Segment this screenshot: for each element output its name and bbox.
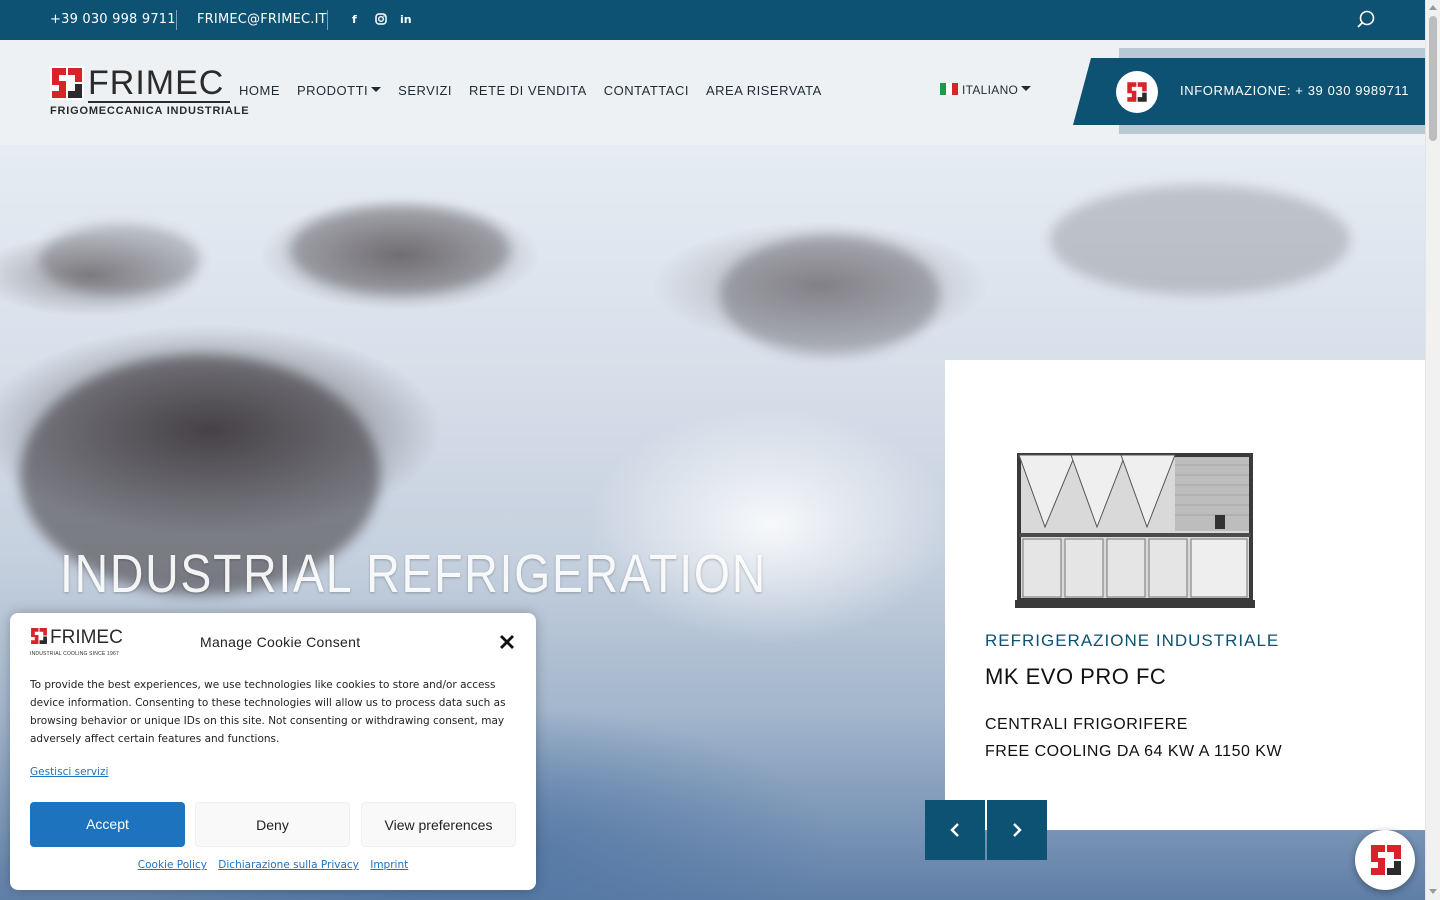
imprint-link[interactable]: Imprint <box>370 859 408 871</box>
logo-brand: FRIMEC <box>88 64 225 102</box>
deny-button[interactable]: Deny <box>195 802 350 847</box>
close-icon[interactable] <box>498 633 516 651</box>
frimec-mark-icon <box>1127 82 1147 102</box>
main-nav: HOME PRODOTTI SERVIZI RETE DI VENDITA CO… <box>239 83 822 98</box>
email-link[interactable]: FRIMEC@FRIMEC.IT <box>197 12 327 27</box>
cookie-logo-tagline: INDUSTRIAL COOLING SINCE 1967 <box>30 651 119 657</box>
italy-flag-icon <box>940 83 958 95</box>
manage-services-link[interactable]: Gestisci servizi <box>30 766 108 778</box>
hero-rock-shadow <box>720 235 940 355</box>
instagram-icon[interactable] <box>375 13 387 28</box>
slider-prev-button[interactable] <box>925 800 985 860</box>
chevron-left-icon <box>950 823 959 837</box>
hero-title: INDUSTRIAL REFRIGERATION <box>60 544 767 604</box>
frimec-logo-mark <box>50 66 84 100</box>
info-phone-text: INFORMAZIONE: + 39 030 9989711 <box>1180 83 1410 98</box>
cookie-logo: FRIMEC INDUSTRIAL COOLING SINCE 1967 <box>30 627 132 659</box>
facebook-icon[interactable]: f <box>352 13 357 26</box>
divider <box>176 10 177 30</box>
main-header: FRIMEC FRIGOMECCANICA INDUSTRIALE HOME P… <box>0 40 1425 145</box>
frimec-mark-icon <box>1371 845 1401 875</box>
language-label: ITALIANO <box>962 83 1019 97</box>
view-preferences-button[interactable]: View preferences <box>361 802 516 847</box>
cookie-links: Cookie Policy Dichiarazione sulla Privac… <box>10 859 536 871</box>
chevron-right-icon <box>1013 823 1022 837</box>
scrollbar-thumb[interactable] <box>1429 16 1437 141</box>
hero-rock-shadow <box>1050 185 1350 295</box>
frimec-logo[interactable]: FRIMEC FRIGOMECCANICA INDUSTRIALE <box>50 64 249 120</box>
product-category: REFRIGERAZIONE INDUSTRIALE <box>985 631 1280 650</box>
hero-rock-shadow <box>290 205 510 295</box>
accept-button[interactable]: Accept <box>30 802 185 847</box>
search-icon[interactable] <box>1356 10 1376 30</box>
privacy-statement-link[interactable]: Dichiarazione sulla Privacy <box>218 859 359 871</box>
logo-tagline: FRIGOMECCANICA INDUSTRIALE <box>50 105 250 117</box>
slider-next-button[interactable] <box>987 800 1047 860</box>
cookie-policy-link[interactable]: Cookie Policy <box>138 859 207 871</box>
product-name[interactable]: MK EVO PRO FC <box>985 664 1166 690</box>
floating-logo-button[interactable] <box>1355 830 1415 890</box>
product-description-line1: CENTRALI FRIGORIFERE <box>985 716 1188 733</box>
nav-home[interactable]: HOME <box>239 83 280 98</box>
cookie-message: To provide the best experiences, we use … <box>30 679 506 745</box>
language-selector[interactable]: ITALIANO <box>940 83 1032 97</box>
page-scrollbar[interactable] <box>1425 0 1440 900</box>
chevron-down-icon <box>371 87 382 92</box>
nav-servizi[interactable]: SERVIZI <box>398 83 452 98</box>
chevron-down-icon <box>1021 86 1032 91</box>
linkedin-icon[interactable]: in <box>400 13 412 26</box>
nav-area-riservata[interactable]: AREA RISERVATA <box>706 83 822 98</box>
scroll-up-icon[interactable] <box>1429 5 1437 10</box>
nav-prodotti-label: PRODOTTI <box>297 83 369 98</box>
cookie-consent-dialog: FRIMEC INDUSTRIAL COOLING SINCE 1967 Man… <box>10 613 536 890</box>
product-description-line2: FREE COOLING DA 64 KW A 1150 KW <box>985 743 1283 760</box>
frimec-mark-icon <box>31 628 47 644</box>
scroll-down-icon[interactable] <box>1429 889 1437 894</box>
info-logo-circle <box>1116 71 1158 113</box>
cookie-logo-brand: FRIMEC <box>50 627 123 648</box>
cookie-title: Manage Cookie Consent <box>200 634 361 650</box>
hero-rock-shadow <box>40 225 200 295</box>
top-bar: +39 030 998 9711 FRIMEC@FRIMEC.IT f in <box>0 0 1425 40</box>
logo-underline <box>88 101 230 103</box>
divider <box>327 10 328 30</box>
info-phone-banner[interactable]: INFORMAZIONE: + 39 030 9989711 <box>1073 58 1425 125</box>
nav-prodotti[interactable]: PRODOTTI <box>297 83 382 98</box>
chiller-product-image[interactable] <box>1015 435 1255 610</box>
nav-contattaci[interactable]: CONTATTACI <box>604 83 689 98</box>
nav-rete-di-vendita[interactable]: RETE DI VENDITA <box>469 83 587 98</box>
phone-link[interactable]: +39 030 998 9711 <box>50 12 176 27</box>
